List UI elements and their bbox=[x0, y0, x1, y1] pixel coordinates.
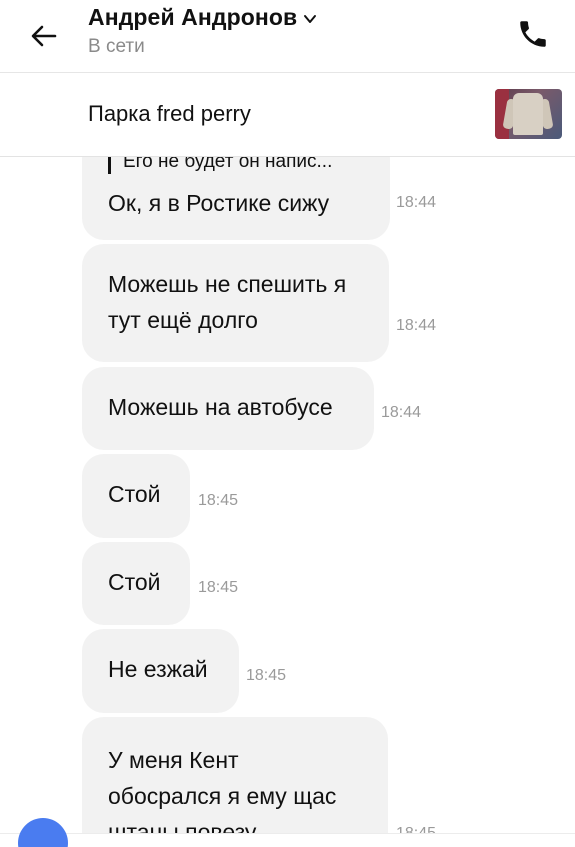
message-bubble[interactable]: У меня Кент обосрался я ему щас штаны по… bbox=[82, 717, 436, 833]
listing-thumbnail bbox=[495, 89, 562, 139]
message-text: штаны повезу bbox=[108, 819, 257, 833]
back-button[interactable] bbox=[26, 18, 62, 54]
chevron-down-icon bbox=[304, 14, 317, 23]
message-time: 18:45 bbox=[396, 825, 436, 833]
message-time: 18:44 bbox=[396, 317, 437, 334]
message-text: Стой bbox=[108, 481, 161, 507]
composer-divider bbox=[0, 833, 575, 847]
listing-title: Парка fred perry bbox=[88, 101, 251, 126]
message-text: Можешь не спешить я bbox=[108, 271, 347, 297]
message-bubble[interactable]: Его не будет он напис... Ок, я в Ростике… bbox=[82, 157, 436, 240]
contact-name: Андрей Андронов bbox=[88, 4, 298, 30]
arrow-left-icon bbox=[31, 25, 57, 47]
message-time: 18:45 bbox=[198, 492, 239, 509]
chat-header: Андрей Андронов В сети bbox=[0, 0, 575, 73]
message-text: обосрался я ему щас bbox=[108, 783, 337, 809]
message-text: У меня Кент bbox=[108, 747, 239, 773]
message-text: Не езжай bbox=[108, 656, 208, 682]
message-time: 18:45 bbox=[246, 667, 287, 684]
listing-bar[interactable]: Парка fred perry bbox=[0, 73, 575, 157]
message-bubble[interactable]: Не езжай 18:45 bbox=[82, 629, 286, 713]
message-bubble[interactable]: Стой 18:45 bbox=[82, 454, 238, 538]
message-text: Ок, я в Ростике сижу bbox=[108, 190, 330, 216]
message-time: 18:44 bbox=[396, 194, 437, 211]
phone-icon bbox=[520, 21, 546, 47]
call-button[interactable] bbox=[513, 14, 553, 54]
message-time: 18:45 bbox=[198, 579, 239, 596]
message-bubble[interactable]: Можешь не спешить я тут ещё долго 18:44 bbox=[82, 244, 436, 362]
reply-quote: Его не будет он напис... bbox=[108, 157, 332, 174]
message-bubble[interactable]: Стой 18:45 bbox=[82, 542, 238, 625]
online-status: В сети bbox=[88, 36, 145, 57]
contact-info[interactable]: Андрей Андронов В сети bbox=[88, 4, 317, 58]
message-text: Стой bbox=[108, 569, 161, 595]
message-time: 18:44 bbox=[381, 404, 422, 421]
message-bubble[interactable]: Можешь на автобусе 18:44 bbox=[82, 367, 421, 450]
message-text: Можешь на автобусе bbox=[108, 394, 333, 420]
message-text: тут ещё долго bbox=[108, 307, 258, 333]
chat-screen: Андрей Андронов В сети Парка fred perry bbox=[0, 0, 575, 847]
reply-text: Его не будет он напис... bbox=[123, 157, 333, 172]
message-list[interactable]: Его не будет он напис... Ок, я в Ростике… bbox=[0, 157, 575, 833]
